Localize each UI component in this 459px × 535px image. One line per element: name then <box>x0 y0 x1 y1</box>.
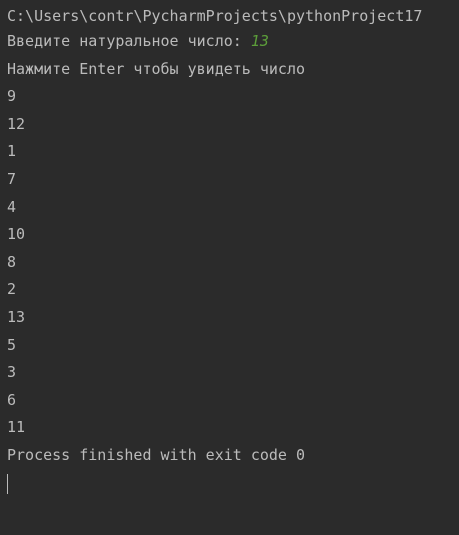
enter-prompt-line: Нажмите Enter чтобы увидеть число <box>7 59 306 78</box>
output-number: 8 <box>7 252 17 271</box>
output-number: 10 <box>7 225 26 244</box>
caret-line[interactable] <box>7 470 459 498</box>
output-number: 7 <box>7 169 17 188</box>
command-path-line: C:\Users\contr\PycharmProjects\pythonPro… <box>7 7 423 25</box>
output-number: 13 <box>7 307 26 326</box>
output-number: 11 <box>7 418 26 437</box>
user-input-value: 13 <box>250 32 269 50</box>
exit-message: Process finished with exit code 0 <box>7 445 306 464</box>
output-number: 2 <box>7 280 17 299</box>
input-prompt-line: Введите натуральное число: 13 <box>7 28 459 56</box>
output-number: 4 <box>7 197 17 216</box>
output-number: 3 <box>7 363 17 382</box>
run-console-output[interactable]: C:\Users\contr\PycharmProjects\pythonPro… <box>0 0 459 535</box>
output-number: 9 <box>7 87 17 106</box>
output-number: 6 <box>7 390 17 409</box>
output-number: 5 <box>7 335 17 354</box>
output-number: 1 <box>7 142 17 161</box>
input-prompt-label: Введите натуральное число: <box>7 32 251 50</box>
text-caret <box>7 473 8 494</box>
output-number: 12 <box>7 114 26 133</box>
